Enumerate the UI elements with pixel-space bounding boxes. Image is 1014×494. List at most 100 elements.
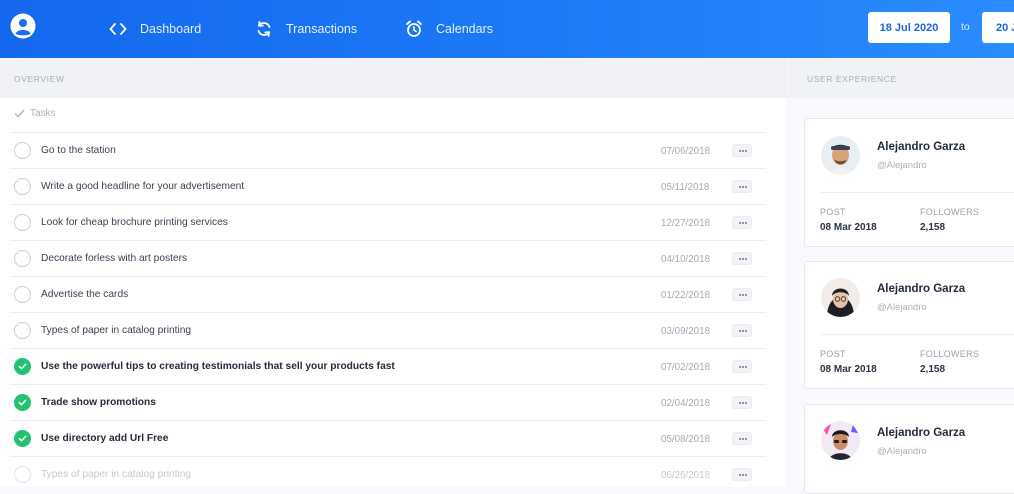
more-dot [745,330,747,332]
user-card[interactable]: Alejandro Garza @Alejandro [804,404,1014,494]
task-label: Types of paper in catalog printing [41,325,192,336]
task-row[interactable]: Types of paper in catalog printing 03/09/… [10,312,766,348]
task-more-button[interactable] [732,324,752,337]
refresh-icon [257,21,271,37]
post-value: 08 Mar 2018 [820,222,877,233]
task-row[interactable]: Go to the station 07/06/2018 [10,132,766,168]
user-photo-icon [821,421,860,460]
more-dot [739,258,741,260]
more-dot [742,258,744,260]
nav-dashboard-label: Dashboard [140,22,202,36]
user-circle-icon[interactable] [10,13,36,39]
nav-dashboard[interactable]: Dashboard [108,0,201,58]
task-label: Use the powerful tips to creating testim… [41,361,395,372]
task-checkbox-checked[interactable] [14,430,31,447]
user-card[interactable]: Alejandro Garza @Alejandro POST 08 Mar 2… [804,118,1014,247]
task-label: Trade show promotions [41,397,156,408]
overview-title: OVERVIEW [14,74,65,84]
more-dot [742,186,744,188]
tasks-header: Tasks [14,108,56,119]
more-dot [745,258,747,260]
task-checkbox-checked[interactable] [14,394,31,411]
task-label: Write a good headline for your advertise… [41,181,245,192]
task-label: Use directory add Url Free [41,433,169,444]
more-dot [745,402,747,404]
task-label: Types of paper in catalog printing [41,469,192,480]
more-dot [742,366,744,368]
tasks-label: Tasks [30,108,56,119]
more-dot [742,438,744,440]
task-row[interactable]: Trade show promotions 02/04/2018 [10,384,766,420]
overview-header-bar [0,58,786,98]
card-handle: @Alejandro [877,446,927,457]
task-checkbox[interactable] [14,142,31,159]
nav-calendars-label: Calendars [436,22,493,36]
more-dot [739,474,741,476]
task-more-button[interactable] [732,360,752,373]
task-checkbox-checked[interactable] [14,358,31,375]
task-checkbox[interactable] [14,286,31,303]
task-row[interactable]: Advertise the cards 01/22/2018 [10,276,766,312]
task-checkbox[interactable] [14,250,31,267]
more-dot [739,222,741,224]
date-to-button[interactable]: 20 J [982,12,1014,43]
user-photo-icon [821,136,860,175]
task-more-button[interactable] [732,288,752,301]
card-divider [820,334,1014,335]
check-icon [18,363,27,370]
task-row[interactable]: Use directory add Url Free 05/08/2018 [10,420,766,456]
more-dot [745,150,747,152]
task-more-button[interactable] [732,432,752,445]
card-handle: @Alejandro [877,160,927,171]
followers-label: FOLLOWERS [920,349,980,359]
task-checkbox[interactable] [14,178,31,195]
task-checkbox[interactable] [14,214,31,231]
task-row[interactable]: Decorate forless with art posters 04/10/2… [10,240,766,276]
date-from-button[interactable]: 18 Jul 2020 [868,12,950,43]
post-value: 08 Mar 2018 [820,364,877,375]
more-dot [739,294,741,296]
top-bar: Dashboard Transactions Calendars 18 Jul … [0,0,1014,58]
task-date: 05/11/2018 [661,182,710,193]
task-list: Go to the station 07/06/2018 Write a good … [10,132,766,492]
task-checkbox[interactable] [14,466,31,483]
task-row[interactable]: Look for cheap brochure printing service… [10,204,766,240]
task-date: 02/04/2018 [661,398,711,409]
task-more-button[interactable] [732,216,752,229]
more-dot [745,474,747,476]
followers-label: FOLLOWERS [920,207,980,217]
task-row[interactable]: Write a good headline for your advertise… [10,168,766,204]
alarm-clock-icon [406,20,422,37]
more-dot [739,402,741,404]
followers-value: 2,158 [920,222,946,233]
task-date: 03/09/2018 [661,326,711,337]
user-card[interactable]: Alejandro Garza @Alejandro POST 08 Mar 2… [804,261,1014,389]
task-more-button[interactable] [732,144,752,157]
nav-calendars[interactable]: Calendars [404,0,493,58]
more-dot [742,222,744,224]
more-dot [745,438,747,440]
code-brackets-icon [109,23,127,35]
checkmark-icon [14,109,25,118]
task-more-button[interactable] [732,468,752,481]
task-date: 04/10/2018 [661,254,711,265]
task-date: 01/22/2018 [661,290,711,301]
user-photo-icon [821,278,860,317]
task-more-button[interactable] [732,396,752,409]
task-checkbox[interactable] [14,322,31,339]
user-experience-title: USER EXPERIENCE [807,74,897,84]
card-name: Alejandro Garza [877,141,966,153]
task-date: 06/26/2018 [661,470,711,481]
nav-transactions[interactable]: Transactions [254,0,357,58]
task-date: 12/27/2018 [661,218,711,229]
more-dot [739,150,741,152]
task-more-button[interactable] [732,252,752,265]
post-label: POST [820,207,846,217]
more-dot [739,186,741,188]
task-more-button[interactable] [732,180,752,193]
more-dot [745,294,747,296]
card-divider [820,192,1014,193]
date-range-separator: to [961,21,970,33]
task-row[interactable]: Use the powerful tips to creating testim… [10,348,766,384]
nav-transactions-label: Transactions [286,22,358,36]
